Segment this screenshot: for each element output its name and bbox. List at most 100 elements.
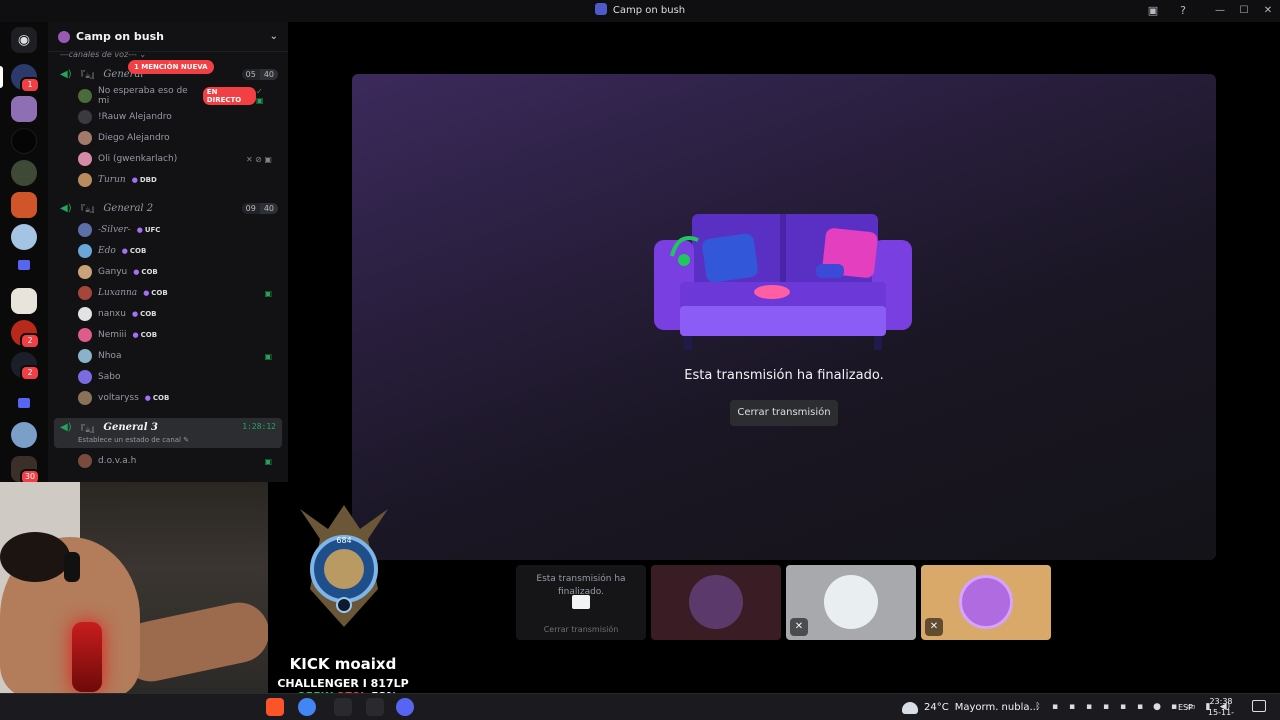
- server-icon-6[interactable]: [11, 224, 37, 250]
- guild-header[interactable]: Camp on bush ⌄: [48, 22, 288, 52]
- inbox-icon[interactable]: ▣: [1146, 4, 1160, 18]
- game-tag: COB: [133, 331, 157, 339]
- maximize-button[interactable]: ☐: [1232, 0, 1256, 22]
- rank-lp: CHALLENGER I 817LP: [277, 677, 409, 690]
- avatar: [824, 575, 878, 629]
- avatar: [78, 349, 92, 363]
- close-stream-tile-button[interactable]: Cerrar transmisión: [516, 625, 646, 634]
- taskbar: 24°C Mayorm. nubla... ᛒ ▪ ▪ ▪ ▪ ▪ ▪ ● ▪ …: [0, 693, 1280, 720]
- voice-user[interactable]: EdoCOB: [78, 241, 278, 261]
- game-tag: COB: [122, 247, 146, 255]
- server-icon-9[interactable]: [11, 422, 37, 448]
- avatar: [78, 307, 92, 321]
- voice-user[interactable]: Sabo: [78, 367, 278, 387]
- voice-user[interactable]: Turun DBD: [78, 170, 278, 190]
- clock[interactable]: 23:38 15-11-2025: [1198, 696, 1244, 720]
- avatar: [78, 244, 92, 258]
- app-icon[interactable]: [334, 698, 352, 716]
- guild-glyph-icon: [594, 3, 607, 15]
- game-tag: COB: [132, 310, 156, 318]
- rank-overlay: 684 KICK moaixd CHALLENGER I 817LP 255W3…: [268, 495, 418, 703]
- user-count: 05 40: [241, 68, 282, 80]
- selected-server-pill: [0, 66, 3, 88]
- tray-app-icon[interactable]: ▪: [1132, 699, 1148, 715]
- chevron-down-icon[interactable]: ⌄: [270, 31, 278, 42]
- weather-widget[interactable]: 24°C Mayorm. nubla...: [902, 694, 1039, 720]
- folder-icon-2[interactable]: [18, 398, 30, 408]
- server-icon-5[interactable]: [11, 192, 37, 218]
- voice-channel-general-2[interactable]: ◀) 『☕』 General 2 09 40: [54, 198, 282, 218]
- game-tag: COB: [143, 289, 167, 297]
- discord-home-icon[interactable]: ◉: [11, 27, 37, 53]
- server-icon-8[interactable]: 2: [11, 320, 40, 349]
- server-icon-7[interactable]: [11, 288, 37, 314]
- new-mention-badge[interactable]: 1 MENCIÓN NUEVA: [128, 60, 214, 74]
- minimize-button[interactable]: —: [1208, 0, 1232, 22]
- couch-illustration: [654, 214, 912, 350]
- speaker-icon: ◀): [60, 422, 72, 433]
- user-count: 09 40: [241, 202, 282, 214]
- close-stream-button[interactable]: Cerrar transmisión: [730, 400, 838, 426]
- tray-app-icon[interactable]: ▪: [1098, 699, 1114, 715]
- avatar: [78, 131, 92, 145]
- server-icon-3[interactable]: [11, 128, 37, 154]
- webcam-overlay: [0, 482, 268, 693]
- voice-user[interactable]: voltaryssCOB: [78, 388, 278, 408]
- title-bar: Camp on bush ▣ ? — ☐ ✕: [0, 0, 1280, 22]
- chrome-icon[interactable]: [298, 698, 316, 716]
- league-server-icon[interactable]: 2: [11, 352, 40, 381]
- discord-taskbar-icon[interactable]: [396, 698, 414, 716]
- participant-tile[interactable]: ✕: [786, 565, 916, 640]
- avatar: [78, 223, 92, 237]
- server-icon-2[interactable]: [11, 96, 37, 122]
- voice-user[interactable]: !Rauw Alejandro: [78, 107, 278, 127]
- bluetooth-icon[interactable]: ᛒ: [1030, 699, 1046, 715]
- cloud-icon: [902, 701, 918, 714]
- voice-channel-general-3[interactable]: ◀) 『☕』 General 3 1:28:12 Establece un es…: [54, 418, 282, 448]
- help-icon[interactable]: ?: [1176, 4, 1190, 18]
- voice-user[interactable]: GanyuCOB: [78, 262, 278, 282]
- participant-tile[interactable]: ✕: [921, 565, 1051, 640]
- tray-app-icon[interactable]: ▪: [1047, 699, 1063, 715]
- voice-user[interactable]: -Silver-UFC: [78, 220, 278, 240]
- server-icon-4[interactable]: [11, 160, 37, 186]
- avatar: [78, 89, 92, 103]
- participant-tile[interactable]: [651, 565, 781, 640]
- avatar: [78, 110, 92, 124]
- stream-icon: ▣: [264, 351, 272, 361]
- stream-icon: ▣: [264, 456, 272, 466]
- server-rail: ◉ 1 2 2 30: [0, 22, 48, 485]
- server-icon-1[interactable]: 1: [11, 64, 40, 93]
- category-label[interactable]: ---canales de voz--- ⌄: [60, 50, 146, 59]
- notification-icon[interactable]: [1252, 700, 1266, 712]
- voice-user[interactable]: Diego Alejandro: [78, 128, 278, 148]
- avatar: [959, 575, 1013, 629]
- mic-icon[interactable]: ●: [1149, 699, 1165, 715]
- voice-user[interactable]: LuxannaCOB▣: [78, 283, 278, 303]
- close-button[interactable]: ✕: [1256, 0, 1280, 22]
- tray-app-icon[interactable]: ▪: [1115, 699, 1131, 715]
- voice-user[interactable]: NemiiiCOB: [78, 325, 278, 345]
- tray-app-icon[interactable]: ▪: [1081, 699, 1097, 715]
- avatar: [78, 454, 92, 468]
- stream-tile[interactable]: Esta transmisión ha finalizado. Cerrar t…: [516, 565, 646, 640]
- voice-user[interactable]: No esperaba eso de mi EN DIRECTO ✓ ▣: [78, 86, 278, 106]
- brave-icon[interactable]: [266, 698, 284, 716]
- server-icon-10[interactable]: 30: [11, 456, 40, 485]
- tray-app-icon[interactable]: ▪: [1064, 699, 1080, 715]
- channel-sidebar: Camp on bush ⌄ ---canales de voz--- ⌄ ◀)…: [48, 22, 288, 482]
- channel-status[interactable]: Establece un estado de canal ✎: [78, 436, 189, 444]
- voice-user[interactable]: d.o.v.a.h ▣: [78, 451, 278, 471]
- voice-user[interactable]: nanxuCOB: [78, 304, 278, 324]
- voice-user[interactable]: Oli (gwenkarlach) ✕ ⊘ ▣: [78, 149, 278, 169]
- stream-ended-card: Esta transmisión ha finalizado. Cerrar t…: [352, 74, 1216, 560]
- avatar: [78, 370, 92, 384]
- rank-emblem-icon: 684: [300, 505, 388, 627]
- language-indicator[interactable]: ESP: [1178, 694, 1193, 720]
- stream-icon: ✓ ▣: [256, 87, 264, 105]
- game-tag: COB: [133, 268, 157, 276]
- folder-icon[interactable]: [18, 260, 30, 270]
- app-icon-2[interactable]: [366, 698, 384, 716]
- mute-deafen-icons: ✕ ⊘ ▣: [245, 154, 272, 164]
- voice-user[interactable]: Nhoa ▣: [78, 346, 278, 366]
